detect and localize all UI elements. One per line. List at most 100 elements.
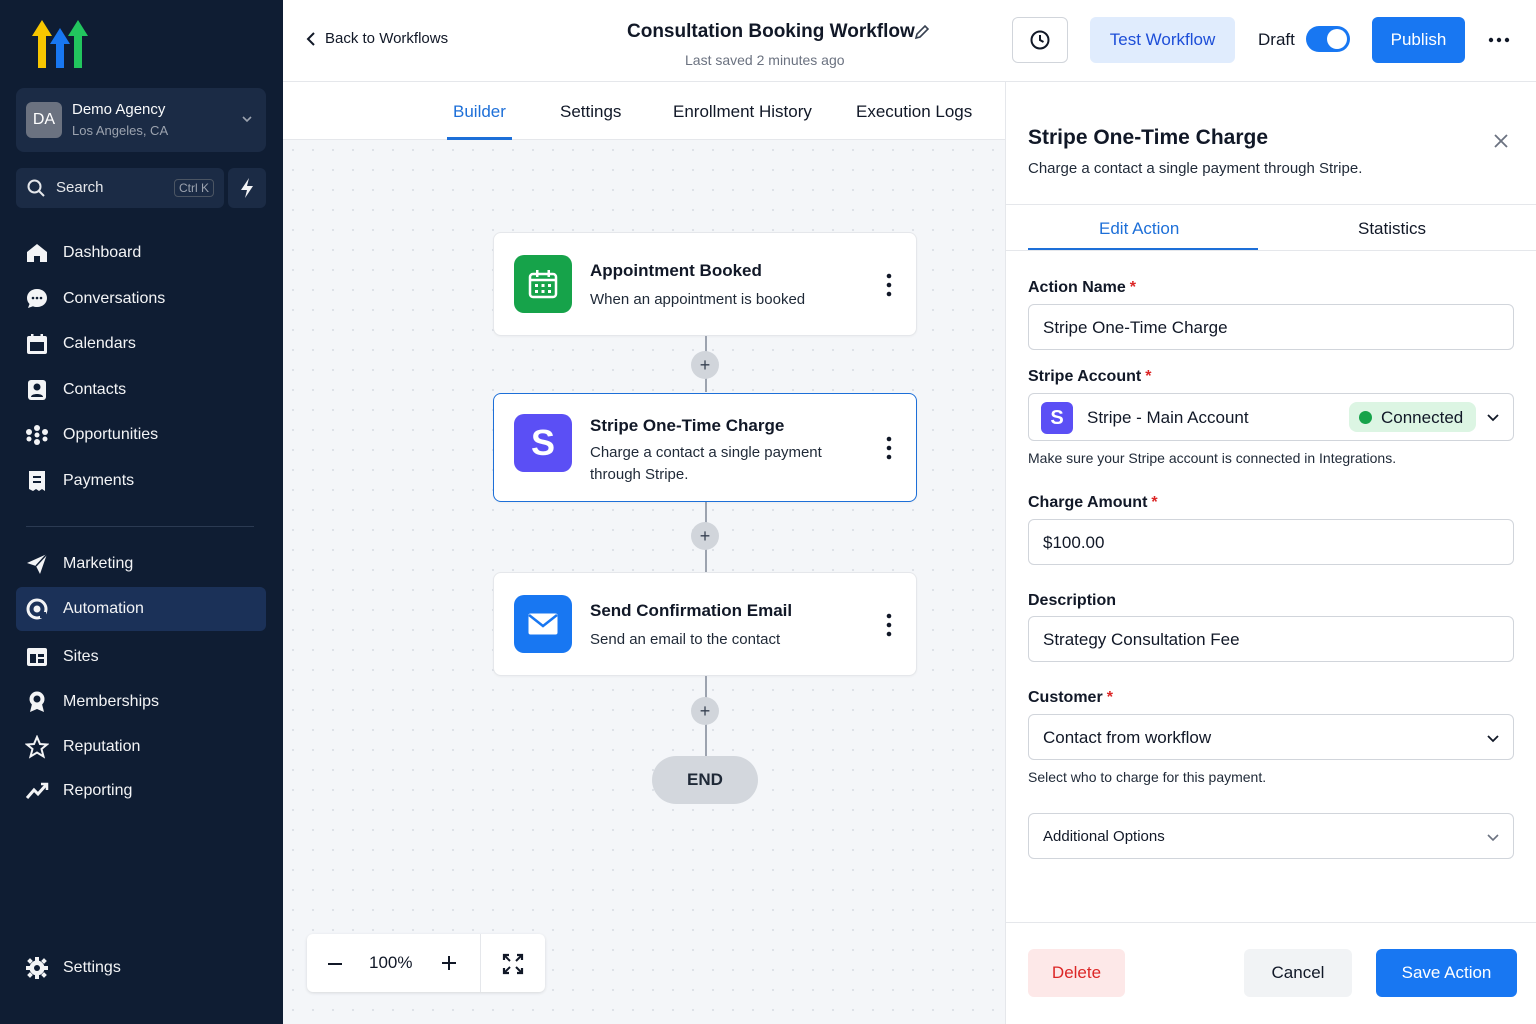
tab-settings[interactable]: Settings xyxy=(560,102,621,122)
calendar-icon xyxy=(27,334,47,354)
customer-select[interactable]: Contact from workflow xyxy=(1028,714,1514,760)
send-email-node[interactable]: Send Confirmation Email Send an email to… xyxy=(493,572,917,676)
sidebar-item-dashboard[interactable]: Dashboard xyxy=(16,231,266,275)
sidebar-item-label: Dashboard xyxy=(63,244,142,261)
zoom-divider xyxy=(480,934,481,992)
zoom-out-icon[interactable] xyxy=(325,954,345,974)
sites-icon xyxy=(27,648,47,666)
tab-statistics[interactable]: Statistics xyxy=(1358,219,1426,239)
zoom-level: 100% xyxy=(369,953,413,972)
version-history-button[interactable] xyxy=(1012,17,1068,63)
gear-icon xyxy=(26,957,48,979)
sidebar-item-label: Conversations xyxy=(63,290,166,307)
additional-options-accordion[interactable]: Additional Options xyxy=(1028,813,1514,859)
stripe-account-label: Stripe Account * xyxy=(1028,368,1152,385)
sidebar-item-reputation[interactable]: Reputation xyxy=(16,725,266,769)
sidebar-item-label: Calendars xyxy=(63,335,136,352)
calendar-icon xyxy=(514,255,572,313)
sidebar-item-reporting[interactable]: Reporting xyxy=(16,769,266,813)
sidebar-item-marketing[interactable]: Marketing xyxy=(16,542,266,586)
cancel-button[interactable]: Cancel xyxy=(1244,949,1352,997)
panel-tabs: Edit Action Statistics xyxy=(1006,204,1536,251)
sidebar-item-automation[interactable]: Automation xyxy=(16,587,266,631)
sidebar-item-label: Reporting xyxy=(63,782,133,799)
sidebar-search[interactable]: Search Ctrl K xyxy=(16,168,224,208)
sidebar-item-sites[interactable]: Sites xyxy=(16,635,266,679)
edit-title-icon[interactable] xyxy=(913,23,931,41)
node-menu-icon[interactable] xyxy=(886,613,892,637)
connected-status-badge: Connected xyxy=(1349,402,1476,432)
panel-footer: Delete Cancel Save Action xyxy=(1006,922,1536,1024)
lightning-icon xyxy=(241,178,253,198)
sidebar-item-conversations[interactable]: Conversations xyxy=(16,277,266,321)
sidebar-item-label: Marketing xyxy=(63,555,134,572)
clock-icon xyxy=(1030,30,1050,50)
sidebar-item-payments[interactable]: Payments xyxy=(16,459,266,503)
chevron-down-icon xyxy=(1487,834,1499,842)
node-title: Stripe One-Time Charge xyxy=(590,416,785,435)
node-title: Send Confirmation Email xyxy=(590,601,793,620)
customer-label: Customer * xyxy=(1028,689,1113,706)
stripe-account-select[interactable]: S Stripe - Main Account Connected xyxy=(1028,393,1514,441)
tab-execution-logs[interactable]: Execution Logs xyxy=(856,102,972,122)
add-step-button[interactable]: + xyxy=(691,697,719,725)
sidebar-item-memberships[interactable]: Memberships xyxy=(16,680,266,724)
action-name-input[interactable]: Stripe One-Time Charge xyxy=(1028,304,1514,350)
workflow-title: Consultation Booking Workflow xyxy=(627,21,915,42)
tab-enrollment-history[interactable]: Enrollment History xyxy=(673,102,812,122)
sidebar-item-label: Automation xyxy=(63,600,144,617)
stripe-charge-node[interactable]: S Stripe One-Time Charge Charge a contac… xyxy=(493,393,917,502)
publish-button[interactable]: Publish xyxy=(1372,17,1465,63)
sidebar: DA Demo Agency Los Angeles, CA Search Ct… xyxy=(0,0,283,1024)
quick-actions-button[interactable] xyxy=(228,168,266,208)
workflow-canvas[interactable]: Appointment Booked When an appointment i… xyxy=(283,140,1005,1024)
sidebar-item-label: Settings xyxy=(63,959,121,976)
test-workflow-button[interactable]: Test Workflow xyxy=(1090,17,1235,63)
node-title: Appointment Booked xyxy=(590,261,762,280)
sidebar-item-contacts[interactable]: Contacts xyxy=(16,368,266,412)
node-menu-icon[interactable] xyxy=(886,273,892,297)
sidebar-item-settings[interactable]: Settings xyxy=(16,946,266,990)
app-logo-icon[interactable] xyxy=(30,18,90,70)
trend-icon xyxy=(25,782,49,799)
back-to-workflows-link[interactable]: Back to Workflows xyxy=(305,30,448,47)
charge-amount-label: Charge Amount * xyxy=(1028,494,1158,511)
stripe-account-value: Stripe - Main Account xyxy=(1087,408,1249,427)
action-editor-panel: Stripe One-Time Charge Charge a contact … xyxy=(1005,82,1536,1024)
sidebar-item-opportunities[interactable]: Opportunities xyxy=(16,413,266,457)
add-step-button[interactable]: + xyxy=(691,351,719,379)
chevron-left-icon xyxy=(306,31,315,46)
add-step-button[interactable]: + xyxy=(691,522,719,550)
node-menu-icon[interactable] xyxy=(886,436,892,460)
home-icon xyxy=(27,244,47,262)
draft-toggle[interactable] xyxy=(1306,26,1350,52)
chevron-down-icon xyxy=(242,116,252,123)
tab-edit-action[interactable]: Edit Action xyxy=(1099,219,1179,239)
description-input[interactable]: Strategy Consultation Fee xyxy=(1028,616,1514,662)
chevron-down-icon xyxy=(1487,414,1499,422)
delete-button[interactable]: Delete xyxy=(1028,949,1125,997)
payments-icon xyxy=(29,471,45,491)
save-action-button[interactable]: Save Action xyxy=(1376,949,1517,997)
agency-name: Demo Agency xyxy=(72,101,166,118)
search-shortcut: Ctrl K xyxy=(174,179,214,197)
opportunities-icon xyxy=(26,425,48,445)
action-name-label: Action Name * xyxy=(1028,279,1137,296)
more-options-icon[interactable] xyxy=(1486,28,1512,52)
chevron-down-icon xyxy=(1487,735,1499,743)
sidebar-item-calendars[interactable]: Calendars xyxy=(16,322,266,366)
trigger-node[interactable]: Appointment Booked When an appointment i… xyxy=(493,232,917,336)
agency-switcher[interactable]: DA Demo Agency Los Angeles, CA xyxy=(16,88,266,152)
top-bar: Back to Workflows Consultation Booking W… xyxy=(283,0,1536,82)
action-name-value: Stripe One-Time Charge xyxy=(1043,318,1228,337)
zoom-in-icon[interactable] xyxy=(439,953,459,973)
close-icon[interactable] xyxy=(1492,132,1510,150)
sidebar-item-label: Opportunities xyxy=(63,426,159,443)
charge-amount-input[interactable]: $100.00 xyxy=(1028,519,1514,565)
agency-location: Los Angeles, CA xyxy=(72,123,169,138)
active-tab-indicator xyxy=(1028,248,1258,250)
fit-to-screen-icon[interactable] xyxy=(501,952,525,976)
search-icon xyxy=(27,179,45,197)
tab-builder[interactable]: Builder xyxy=(453,102,506,122)
customer-value: Contact from workflow xyxy=(1043,728,1212,747)
